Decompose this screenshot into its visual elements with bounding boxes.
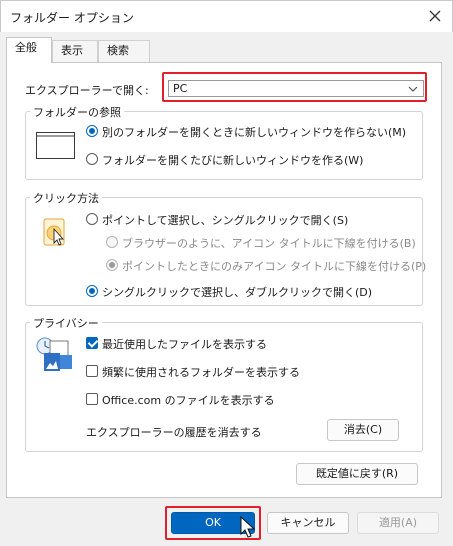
window-title: フォルダー オプション bbox=[10, 11, 134, 25]
label-underline-hover: ポイントしたときにのみアイコン タイトルに下線を付ける(P) bbox=[122, 260, 427, 273]
cancel-button[interactable]: キャンセル bbox=[267, 512, 349, 534]
label-frequent-folders[interactable]: 頻繁に使用されるフォルダーを表示する bbox=[102, 364, 300, 380]
radio-underline-browser bbox=[106, 236, 118, 248]
tab-search[interactable]: 検索 bbox=[98, 40, 150, 62]
radio-new-window[interactable] bbox=[86, 153, 98, 165]
window-icon bbox=[36, 132, 75, 159]
restore-defaults-button[interactable]: 既定値に戻す(R) bbox=[296, 463, 418, 485]
radio-same-window[interactable] bbox=[86, 125, 98, 137]
label-single-click-open[interactable]: ポイントして選択し、シングルクリックで開く(S) bbox=[102, 212, 348, 228]
privacy-title: プライバシー bbox=[30, 315, 102, 331]
tab-general[interactable]: 全般 bbox=[6, 37, 52, 63]
radio-underline-hover bbox=[106, 259, 118, 271]
label-new-window[interactable]: フォルダーを開くたびに新しいウィンドウを作る(W) bbox=[102, 152, 363, 168]
privacy-files-icon bbox=[36, 337, 72, 371]
browse-folders-group bbox=[25, 111, 423, 180]
label-underline-browser: ブラウザーのように、アイコン タイトルに下線を付ける(B) bbox=[122, 237, 416, 250]
mouse-cursor-icon bbox=[240, 516, 256, 538]
checkbox-recent-files[interactable] bbox=[86, 337, 98, 349]
clear-history-label: エクスプローラーの履歴を消去する bbox=[86, 426, 262, 439]
label-double-click-open[interactable]: シングルクリックで選択し、ダブルクリックで開く(D) bbox=[102, 284, 372, 300]
pointer-click-icon bbox=[43, 218, 65, 246]
close-icon[interactable] bbox=[424, 5, 446, 27]
radio-single-click-open[interactable] bbox=[86, 213, 98, 225]
browse-folders-title: フォルダーの参照 bbox=[30, 104, 124, 120]
checkbox-frequent-folders[interactable] bbox=[86, 365, 98, 377]
label-same-window[interactable]: 別のフォルダーを開くときに新しいウィンドウを作らない(M) bbox=[102, 124, 406, 140]
clear-history-button[interactable]: 消去(C) bbox=[327, 419, 399, 441]
tab-view[interactable]: 表示 bbox=[52, 40, 98, 62]
open-explorer-value: PC bbox=[173, 82, 188, 95]
open-explorer-dropdown[interactable]: PC bbox=[168, 80, 424, 97]
radio-double-click-open[interactable] bbox=[86, 285, 98, 297]
apply-button: 適用(A) bbox=[357, 512, 439, 534]
title-bar: フォルダー オプション bbox=[0, 0, 453, 32]
chevron-down-icon bbox=[408, 86, 418, 92]
click-method-title: クリック方法 bbox=[30, 190, 102, 206]
label-recent-files[interactable]: 最近使用したファイルを表示する bbox=[102, 336, 267, 352]
label-office-files[interactable]: Office.com のファイルを表示する bbox=[102, 392, 275, 408]
open-explorer-label: エクスプローラーで開く: bbox=[25, 84, 149, 97]
checkbox-office-files[interactable] bbox=[86, 393, 98, 405]
